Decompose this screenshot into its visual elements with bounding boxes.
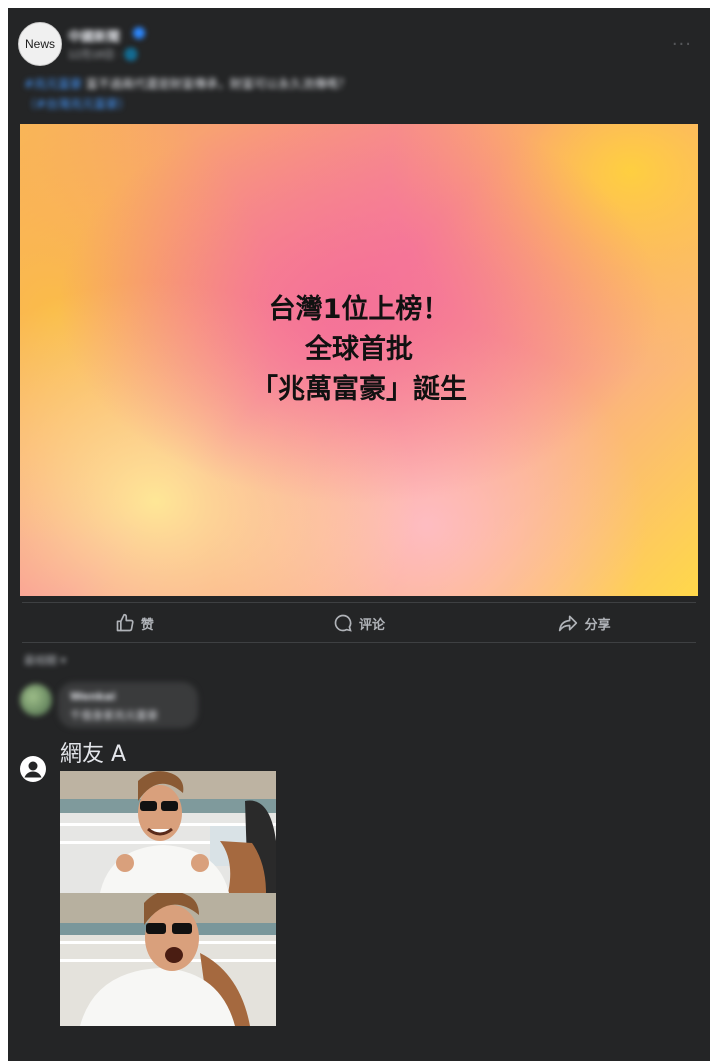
like-button[interactable]: 赞 (22, 606, 247, 640)
user-icon (20, 756, 46, 782)
comment-bubble: Wenkai 千億身家兆元富豪 (58, 682, 198, 728)
facebook-post: News 中國新聞 12月18日 · 🌐 ··· #兆元富豪 富不過兩代還是財富… (8, 8, 710, 1061)
caption-hashtag[interactable]: #兆元富豪 (24, 77, 82, 91)
post-image[interactable]: 台灣1位上榜！ 全球首批 「兆萬富豪」誕生 (20, 124, 698, 596)
post-timestamp[interactable]: 12月18日 · 🌐 (68, 46, 138, 62)
meme-panel-bottom (60, 893, 276, 1026)
caption-text: 富不過兩代還是財富傳承，財富可以永久流傳嗎？ (82, 77, 350, 91)
post-caption: #兆元富豪 富不過兩代還是財富傳承，財富可以永久流傳嗎？ （#台灣兆元富豪） (24, 74, 684, 114)
divider-bottom (22, 642, 696, 643)
comment-icon (334, 614, 352, 632)
caption-link[interactable]: （#台灣兆元富豪） (24, 97, 130, 111)
comment-meme-image[interactable] (60, 771, 276, 1026)
more-options-icon[interactable]: ··· (672, 34, 692, 55)
divider-top (22, 602, 696, 603)
comment-label: 评论 (359, 617, 386, 633)
image-headline: 台灣1位上榜！ 全球首批 「兆萬富豪」誕生 (251, 290, 467, 410)
like-label: 赞 (140, 617, 154, 633)
headline-line-2: 全球首批 (305, 334, 413, 365)
comment-text: 千億身家兆元富豪 (70, 709, 158, 722)
post-header: News 中國新聞 12月18日 · 🌐 ··· #兆元富豪 富不過兩代還是財富… (8, 8, 710, 128)
share-label: 分享 (584, 617, 611, 633)
share-button[interactable]: 分享 (471, 606, 696, 640)
meme-panel-top (60, 771, 276, 893)
headline-line-1: 台灣1位上榜！ (268, 294, 450, 325)
commenter-name[interactable]: Wenkai (70, 690, 116, 703)
page-name[interactable]: 中國新聞 (68, 26, 120, 45)
commenter-avatar[interactable] (20, 684, 52, 716)
action-bar: 赞 评论 分享 (22, 606, 696, 640)
commenter-name-2[interactable]: 網友 A (60, 736, 126, 768)
headline-line-3: 「兆萬富豪」誕生 (251, 374, 467, 405)
comment-sort-dropdown[interactable]: 最相關 ▾ (24, 652, 66, 668)
share-icon (558, 615, 577, 632)
comment-button[interactable]: 评论 (247, 606, 472, 640)
avatar-label: News (24, 37, 55, 51)
like-icon (116, 613, 134, 632)
verified-badge-icon (133, 27, 145, 39)
page-avatar[interactable]: News (18, 22, 62, 66)
